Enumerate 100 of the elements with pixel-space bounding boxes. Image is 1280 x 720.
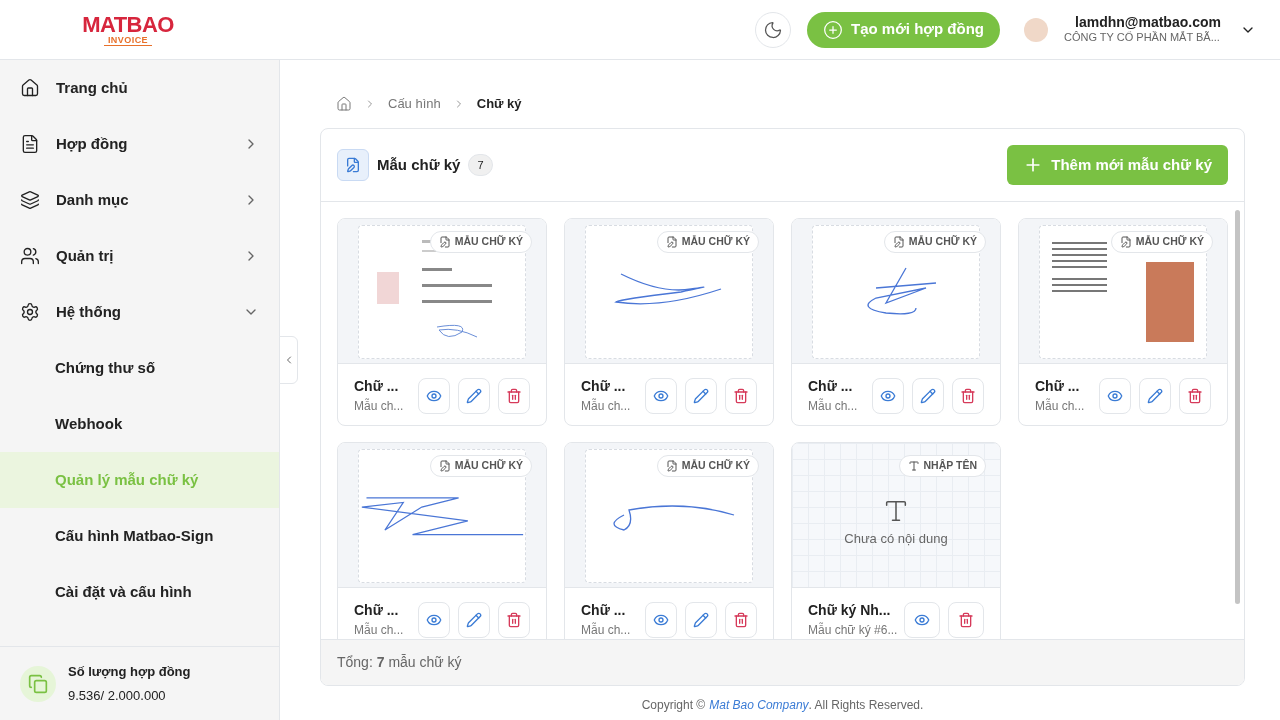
trash-icon	[506, 611, 522, 628]
nav-item[interactable]: Quản trị	[0, 228, 279, 284]
view-button[interactable]	[645, 601, 677, 638]
rights-text: . All Rights Reserved.	[808, 697, 924, 714]
card-subtitle: Mẫu ch...	[1035, 397, 1086, 415]
edit-button[interactable]	[685, 377, 717, 414]
card-title: Chữ ...	[1035, 377, 1081, 396]
user-company: CÔNG TY CỔ PHẦN MẮT BÃ...	[1064, 31, 1221, 46]
nav-label: Trang chủ	[56, 77, 129, 98]
empty-text: Chưa có nội dung	[844, 530, 948, 549]
pencil-icon	[466, 387, 482, 404]
plus-circle-icon	[823, 19, 843, 40]
edit-button[interactable]	[685, 601, 717, 638]
pencil-icon	[693, 611, 709, 628]
trash-icon	[960, 387, 976, 404]
scrollbar[interactable]	[1235, 210, 1240, 604]
user-email: lamdhn@matbao.com	[1074, 13, 1222, 31]
nav-label: Hệ thống	[56, 301, 122, 322]
trash-icon	[733, 387, 749, 404]
signature-file-icon	[345, 157, 361, 173]
logo[interactable]: MATBAO INVOICE	[82, 13, 174, 46]
pencil-icon	[920, 387, 936, 404]
nav-subitem[interactable]: Cấu hình Matbao-Sign	[0, 508, 279, 564]
signature-file-icon	[438, 236, 451, 248]
nav-item[interactable]: Trang chủ	[0, 60, 279, 116]
card-subtitle: Mẫu ch...	[354, 621, 405, 639]
edit-button[interactable]	[458, 377, 490, 414]
signature-file-icon	[665, 236, 678, 248]
text-icon	[907, 460, 920, 472]
panel-title: Mẫu chữ ký	[377, 154, 461, 175]
badge-label: MẪU CHỮ KÝ	[681, 234, 750, 250]
nav-item[interactable]: Danh mục	[0, 172, 279, 228]
card-title: Chữ ...	[808, 377, 854, 396]
delete-button[interactable]	[725, 377, 757, 414]
badge-label: NHẬP TÊN	[923, 458, 977, 474]
nav-item[interactable]: Hệ thống	[0, 284, 279, 340]
card-title: Chữ ...	[581, 377, 627, 396]
card-title: Chữ ...	[581, 601, 627, 620]
copyright-text: Copyright ©	[641, 697, 706, 714]
copy-icon	[28, 673, 48, 694]
badge-label: MẪU CHỮ KÝ	[454, 458, 523, 474]
pencil-icon	[466, 611, 482, 628]
nav-item[interactable]: Hợp đồng	[0, 116, 279, 172]
badge-label: MẪU CHỮ KÝ	[454, 234, 523, 250]
nav-icon	[20, 190, 40, 210]
signature-file-icon	[665, 460, 678, 472]
nav-subitem[interactable]: Chứng thư số	[0, 340, 279, 396]
view-button[interactable]	[418, 377, 450, 414]
pencil-icon	[1147, 387, 1163, 404]
card-subtitle: Mẫu ch...	[581, 621, 632, 639]
breadcrumb-item: Chữ ký	[476, 95, 522, 114]
edit-button[interactable]	[458, 601, 490, 638]
card-subtitle: Mẫu ch...	[808, 397, 859, 415]
card-subtitle: Mẫu chữ ký #6...	[808, 621, 896, 639]
nav-icon	[20, 302, 40, 322]
badge-label: MẪU CHỮ KÝ	[681, 458, 750, 474]
nav-subitem[interactable]: Webhook	[0, 396, 279, 452]
view-button[interactable]	[645, 377, 677, 414]
nav-label: Danh mục	[56, 189, 130, 210]
nav-icon	[20, 78, 40, 98]
view-button[interactable]	[418, 601, 450, 638]
signature-file-icon	[438, 460, 451, 472]
nav-subitem[interactable]: Cài đặt và cấu hình	[0, 564, 279, 620]
signature-file-icon	[1119, 236, 1132, 248]
delete-button[interactable]	[952, 377, 984, 414]
badge-label: MẪU CHỮ KÝ	[908, 234, 977, 250]
delete-button[interactable]	[725, 601, 757, 638]
edit-button[interactable]	[912, 377, 944, 414]
card-title: Chữ ...	[354, 377, 400, 396]
logo-wordmark: MATBAO	[82, 13, 174, 36]
edit-button[interactable]	[1139, 377, 1171, 414]
trash-icon	[733, 611, 749, 628]
view-button[interactable]	[1099, 377, 1131, 414]
delete-button[interactable]	[1179, 377, 1211, 414]
view-button[interactable]	[872, 377, 904, 414]
company-link[interactable]: Mat Bao Company	[709, 696, 809, 714]
nav-icon	[20, 246, 40, 266]
card-title: Chữ ký Nh...	[808, 601, 892, 620]
signature-file-icon	[892, 236, 905, 248]
count-badge: 7	[468, 153, 493, 177]
trash-icon	[506, 387, 522, 404]
quota-title: Số lượng hợp đồng	[68, 663, 191, 681]
nav-label: Quản trị	[56, 245, 115, 266]
trash-icon	[958, 611, 974, 628]
home-icon[interactable]	[336, 96, 352, 112]
breadcrumb-item[interactable]: Cấu hình	[388, 94, 441, 114]
nav-label: Hợp đồng	[56, 133, 129, 154]
view-button[interactable]	[904, 601, 940, 638]
trash-icon	[1187, 387, 1203, 404]
delete-button[interactable]	[948, 601, 984, 638]
logo-subtitle: INVOICE	[103, 35, 153, 46]
total-count: Tổng: 7 mẫu chữ ký	[337, 653, 462, 672]
delete-button[interactable]	[498, 377, 530, 414]
pencil-icon	[693, 387, 709, 404]
card-title: Chữ ...	[354, 601, 400, 620]
nav-icon	[20, 134, 40, 154]
card-subtitle: Mẫu ch...	[581, 397, 632, 415]
delete-button[interactable]	[498, 601, 530, 638]
quota-value: 9.536/ 2.000.000	[68, 686, 167, 705]
badge-label: MẪU CHỮ KÝ	[1135, 234, 1204, 250]
